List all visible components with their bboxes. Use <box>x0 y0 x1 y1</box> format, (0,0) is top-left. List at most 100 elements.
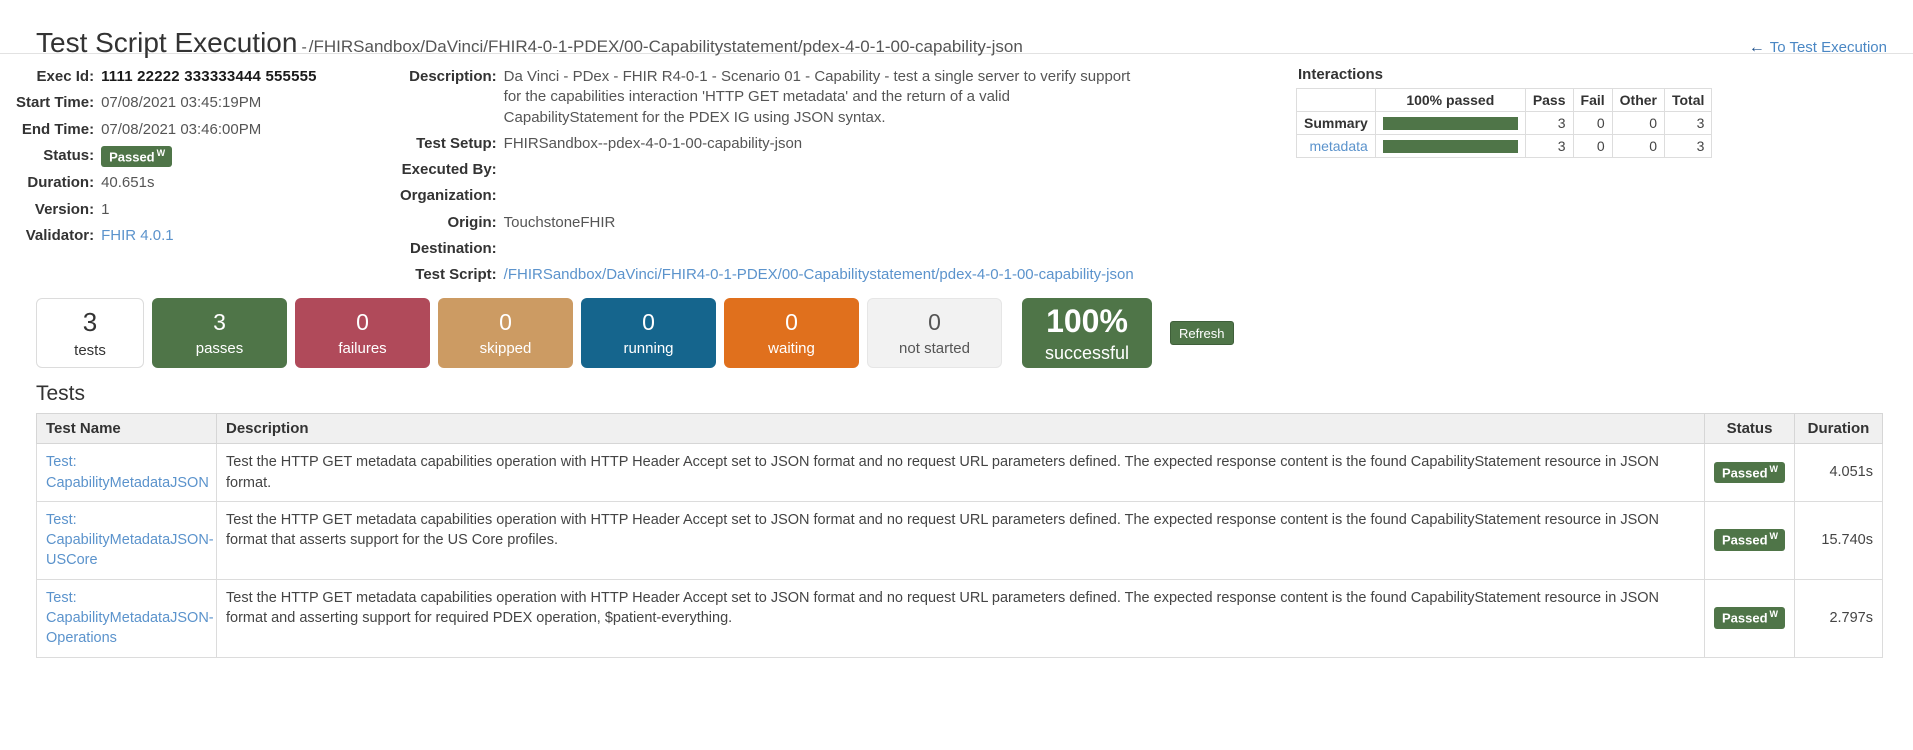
table-row: metadata 3 0 0 3 <box>1296 134 1713 158</box>
version-value: 1 <box>101 200 110 218</box>
stat-running-label: running <box>623 339 674 357</box>
test-setup-label: Test Setup: <box>416 134 497 152</box>
test-status-cell: Passed W <box>1704 500 1795 580</box>
destination-value <box>504 236 1134 262</box>
exec-id-label: Exec Id: <box>36 68 95 85</box>
test-description-cell: Test the HTTP GET metadata capabilities … <box>216 500 1705 580</box>
interactions-col-fail: Fail <box>1572 88 1613 112</box>
test-script-link[interactable]: /FHIRSandbox/DaVinci/FHIR4-0-1-PDEX/00-C… <box>504 266 1134 283</box>
validator-link[interactable]: FHIR 4.0.1 <box>101 227 174 244</box>
interactions-row-name-link[interactable]: metadata <box>1296 134 1376 158</box>
interactions-row-fail: 0 <box>1572 111 1613 135</box>
test-name-link[interactable]: Test: CapabilityMetadataJSON-USCore <box>46 512 214 569</box>
execution-details-column: Description: Da Vinci - PDex - FHIR R4-0… <box>400 64 1270 288</box>
interactions-col-blank <box>1296 88 1376 112</box>
stat-passes-label: passes <box>195 339 244 357</box>
status-badge-superscript: W <box>156 147 166 158</box>
interactions-row-total: 3 <box>1663 111 1713 135</box>
test-script-label: Test Script: <box>415 266 497 283</box>
test-duration-cell: 15.740s <box>1794 500 1883 580</box>
exec-id-row: Exec Id: 1111 22222 333333444 555555 <box>16 64 317 90</box>
stat-box-passes[interactable]: 3 passes <box>152 298 287 369</box>
interactions-row-bar-cell <box>1374 134 1526 158</box>
validator-value-cell: FHIR 4.0.1 <box>101 223 317 249</box>
organization-label: Organization: <box>400 187 497 205</box>
stat-box-skipped[interactable]: 0 skipped <box>438 298 573 369</box>
test-setup-value: FHIRSandbox--pdex-4-0-1-00-capability-js… <box>503 134 803 152</box>
status-badge-text: Passed <box>1722 532 1768 548</box>
tests-col-duration: Duration <box>1794 413 1883 445</box>
validator-label: Validator: <box>25 226 95 244</box>
stat-box-failures[interactable]: 0 failures <box>295 298 430 369</box>
stat-waiting-number: 0 <box>785 309 798 336</box>
origin-row: Origin: TouchstoneFHIR <box>400 210 1134 236</box>
test-description-cell: Test the HTTP GET metadata capabilities … <box>216 443 1705 502</box>
tests-table-wrapper: Test Name Description Status Duration Te… <box>0 413 1913 658</box>
interactions-row-other: 0 <box>1611 111 1665 135</box>
interactions-row-pass: 3 <box>1524 134 1574 158</box>
test-script-value-cell: /FHIRSandbox/DaVinci/FHIR4-0-1-PDEX/00-C… <box>504 262 1134 288</box>
progress-bar-track <box>1382 116 1518 130</box>
validator-row: Validator: FHIR 4.0.1 <box>16 223 317 249</box>
interactions-col-other: Other <box>1611 88 1665 112</box>
table-row: Test: CapabilityMetadataJSON-Operations T… <box>36 578 1883 658</box>
test-setup-row: Test Setup: FHIRSandbox--pdex-4-0-1-00-c… <box>400 131 1134 157</box>
status-badge-superscript: W <box>1769 463 1779 474</box>
test-name-link[interactable]: Test: CapabilityMetadataJSON <box>46 454 209 490</box>
status-value-cell: Passed W <box>101 143 317 171</box>
tests-col-description: Description <box>216 413 1705 445</box>
stat-box-not-started[interactable]: 0 not started <box>867 298 1002 369</box>
test-name-prefix: Test: <box>46 589 77 606</box>
progress-bar-track <box>1382 139 1518 153</box>
stat-failures-number: 0 <box>356 309 369 336</box>
refresh-button[interactable]: Refresh <box>1170 321 1234 346</box>
progress-bar-fill <box>1382 116 1518 130</box>
test-name-cell: Test: CapabilityMetadataJSON <box>36 443 217 502</box>
description-value: Da Vinci - PDex - FHIR R4-0-1 - Scenario… <box>503 68 1131 126</box>
tests-col-test-name: Test Name <box>36 413 217 445</box>
interactions-col-pass: Pass <box>1524 88 1574 112</box>
stat-box-running[interactable]: 0 running <box>581 298 716 369</box>
duration-label: Duration: <box>27 174 95 192</box>
exec-id-text: 1111 22222 333333444 555555 <box>101 68 317 85</box>
arrow-left-icon: ← <box>1748 38 1765 56</box>
stat-box-tests[interactable]: 3 tests <box>36 298 144 369</box>
exec-id-value: 1111 22222 333333444 555555 <box>101 64 317 90</box>
organization-value <box>504 183 1134 209</box>
duration-value: 40.651s <box>101 174 155 192</box>
interactions-col-percent: 100% passed <box>1374 88 1526 112</box>
end-time-row: End Time: 07/08/2021 03:46:00PM <box>16 117 317 143</box>
destination-row: Destination: <box>400 236 1134 262</box>
test-name-cell: Test: CapabilityMetadataJSON-USCore <box>36 500 217 580</box>
test-description-cell: Test the HTTP GET metadata capabilities … <box>216 578 1705 658</box>
test-duration-cell: 4.051s <box>1794 443 1883 502</box>
stat-not-started-label: not started <box>899 339 970 357</box>
status-badge-text: Passed <box>1722 610 1768 626</box>
test-name-link[interactable]: Test: CapabilityMetadataJSON-Operations <box>46 590 214 647</box>
to-test-execution-link[interactable]: ← To Test Execution <box>1749 39 1887 56</box>
execution-details-table: Description: Da Vinci - PDex - FHIR R4-0… <box>400 64 1134 288</box>
interactions-row-other: 0 <box>1611 134 1665 158</box>
duration-row: Duration: 40.651s <box>16 170 317 196</box>
test-status-cell: Passed W <box>1704 578 1795 658</box>
origin-value: TouchstoneFHIR <box>503 213 616 231</box>
interactions-row-fail: 0 <box>1572 134 1613 158</box>
page-title-text: Test Script Execution <box>36 26 298 58</box>
executed-by-label: Executed By: <box>401 161 497 178</box>
stat-box-percent-successful: 100% successful <box>1022 298 1152 369</box>
stat-failures-label: failures <box>338 339 387 357</box>
table-row: Summary 3 0 0 3 <box>1296 111 1713 135</box>
test-name-text: CapabilityMetadataJSON <box>46 474 209 491</box>
tests-header-row: Test Name Description Status Duration <box>36 413 1883 445</box>
tests-table: Test Name Description Status Duration Te… <box>36 413 1883 658</box>
stat-not-started-number: 0 <box>928 309 941 336</box>
status-row: Status: Passed W <box>16 143 317 171</box>
stat-skipped-label: skipped <box>479 339 532 357</box>
stat-waiting-label: waiting <box>768 339 815 357</box>
page-title: Test Script Execution -/FHIRSandbox/DaVin… <box>36 27 1023 59</box>
status-badge-superscript: W <box>1769 531 1779 542</box>
interactions-row-name: Summary <box>1296 111 1376 135</box>
page-header: Test Script Execution -/FHIRSandbox/DaVin… <box>0 0 1913 58</box>
test-script-row: Test Script: /FHIRSandbox/DaVinci/FHIR4-… <box>400 262 1134 288</box>
stat-box-waiting[interactable]: 0 waiting <box>724 298 859 369</box>
